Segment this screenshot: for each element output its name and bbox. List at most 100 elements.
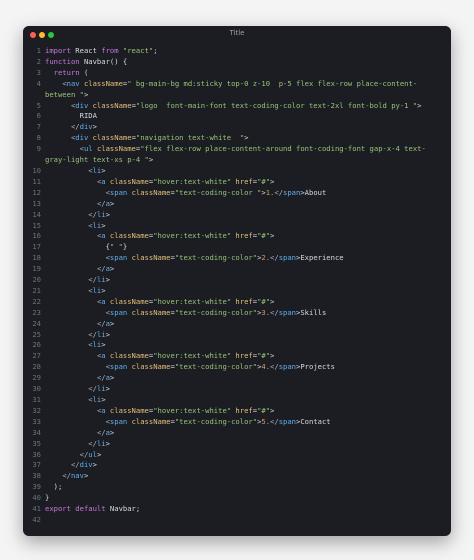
line-number: 18 [32,253,41,263]
code-text: </li> [88,329,110,339]
line-number: 38 [32,471,41,481]
code-line: 15 <li> [29,221,445,232]
code-text: </li> [88,275,110,285]
line-number: 30 [32,384,41,394]
code-text: <ul className="flex flex-row place-conte… [45,144,426,165]
code-text: </li> [88,209,110,219]
code-text: export default Navbar; [45,504,141,514]
line-number: 35 [32,438,41,448]
code-text: RIDA [45,111,97,121]
code-line: 11 <a className="hover:text-white" href=… [29,177,445,188]
code-line: 31 <li> [29,395,445,406]
code-line: 30 </li> [29,384,445,395]
line-number: 24 [32,318,41,328]
line-number: 6 [36,111,41,121]
code-editor[interactable]: 1 import React from "react"; 2 function Nav… [29,46,445,526]
code-text: ); [45,482,63,492]
code-line: 17 {" "} [29,242,445,253]
code-line: 12 <span className="text-coding-color ">… [29,188,445,199]
line-number: 4 [36,78,41,88]
code-line: 23 <span className="text-coding-color">3… [29,308,445,319]
code-line: 32 <a className="hover:text-white" href=… [29,406,445,417]
line-number: 28 [32,362,41,372]
line-number: 39 [32,482,41,492]
code-text: <a className="hover:text-white" href="#"… [96,351,275,361]
code-line: 3 return ( [29,68,445,79]
code-line: 34 </a> [29,428,445,439]
code-text: </a> [96,373,115,383]
line-number: 31 [32,395,41,404]
line-number: 29 [32,373,41,383]
code-line: 9 <ul className="flex flex-row place-con… [29,144,445,166]
line-number: 3 [36,67,41,77]
code-line: 8 <div className="navigation text-white … [29,133,445,144]
code-text: </div> [70,122,97,132]
code-line: 18 <span className="text-coding-color">2… [29,253,445,264]
code-line: 27 <a className="hover:text-white" href=… [29,351,445,362]
code-text: import React from "react"; [45,46,158,55]
code-text: </a> [96,264,115,274]
line-number: 34 [32,427,41,437]
line-number: 22 [32,296,41,306]
code-text: <a className="hover:text-white" href="#"… [96,176,275,186]
code-text: </nav> [62,471,89,481]
line-number: 19 [32,264,41,274]
code-text: {" "} [45,242,128,252]
code-line: 6 RIDA [29,111,445,122]
code-text: <a className="hover:text-white" href="#"… [96,231,275,241]
code-line: 41 export default Navbar; [29,504,445,515]
code-line: 4 <nav className=" bg-main-bg md:sticky … [29,79,445,101]
line-number: 7 [36,122,41,132]
line-number: 1 [36,46,41,55]
code-text: <li> [88,285,106,295]
line-number: 26 [32,340,41,350]
line-number: 15 [32,220,41,230]
code-text: <a className="hover:text-white" href="#"… [96,405,275,415]
code-line: 29 </a> [29,373,445,384]
code-line: 39 ); [29,482,445,493]
code-text: <li> [88,395,106,404]
code-line: 42 [29,515,445,526]
line-number: 13 [32,198,41,208]
code-text: </a> [96,198,115,208]
code-line: 20 </li> [29,275,445,286]
code-line: 40} [29,493,445,504]
code-line: 22 <a className="hover:text-white" href=… [29,297,445,308]
line-number: 33 [32,416,41,426]
code-window: Title 1 import React from "react"; 2 functi… [23,26,451,536]
code-line: 13 </a> [29,199,445,210]
line-number: 14 [32,209,41,219]
code-line: 14 </li> [29,210,445,221]
line-number: 41 [32,504,41,514]
line-number: 11 [32,176,41,186]
line-number: 25 [32,329,41,339]
code-text: <span className="text-coding-color">2.</… [105,253,344,263]
code-line: 16 <a className="hover:text-white" href=… [29,231,445,242]
line-number: 8 [36,133,41,143]
code-line: 21 <li> [29,286,445,297]
code-text: <nav className=" bg-main-bg md:sticky to… [45,78,418,99]
code-text: </ul> [79,449,102,459]
code-text: <span className="text-coding-color ">1.<… [105,187,327,197]
code-line: 7 </div> [29,122,445,133]
code-line: 10 <li> [29,166,445,177]
code-text: <span className="text-coding-color">3.</… [105,307,327,317]
code-text: return ( [53,67,89,77]
code-text: } [45,493,50,503]
line-number: 20 [32,275,41,285]
line-number: 9 [36,144,41,154]
code-line: 28 <span className="text-coding-color">4… [29,362,445,373]
line-number: 2 [36,56,41,66]
code-line: 35 </li> [29,439,445,450]
code-line: 24 </a> [29,319,445,330]
code-line: 26 <li> [29,340,445,351]
code-text: <a className="hover:text-white" href="#"… [96,296,275,306]
line-number: 5 [36,100,41,110]
code-line: 37 </div> [29,460,445,471]
code-line: 38 </nav> [29,471,445,482]
line-number: 12 [32,187,41,197]
line-number: 42 [32,514,41,524]
code-text: <span className="text-coding-color">5.</… [105,416,331,426]
line-number: 17 [32,242,41,252]
line-number: 40 [32,493,41,503]
